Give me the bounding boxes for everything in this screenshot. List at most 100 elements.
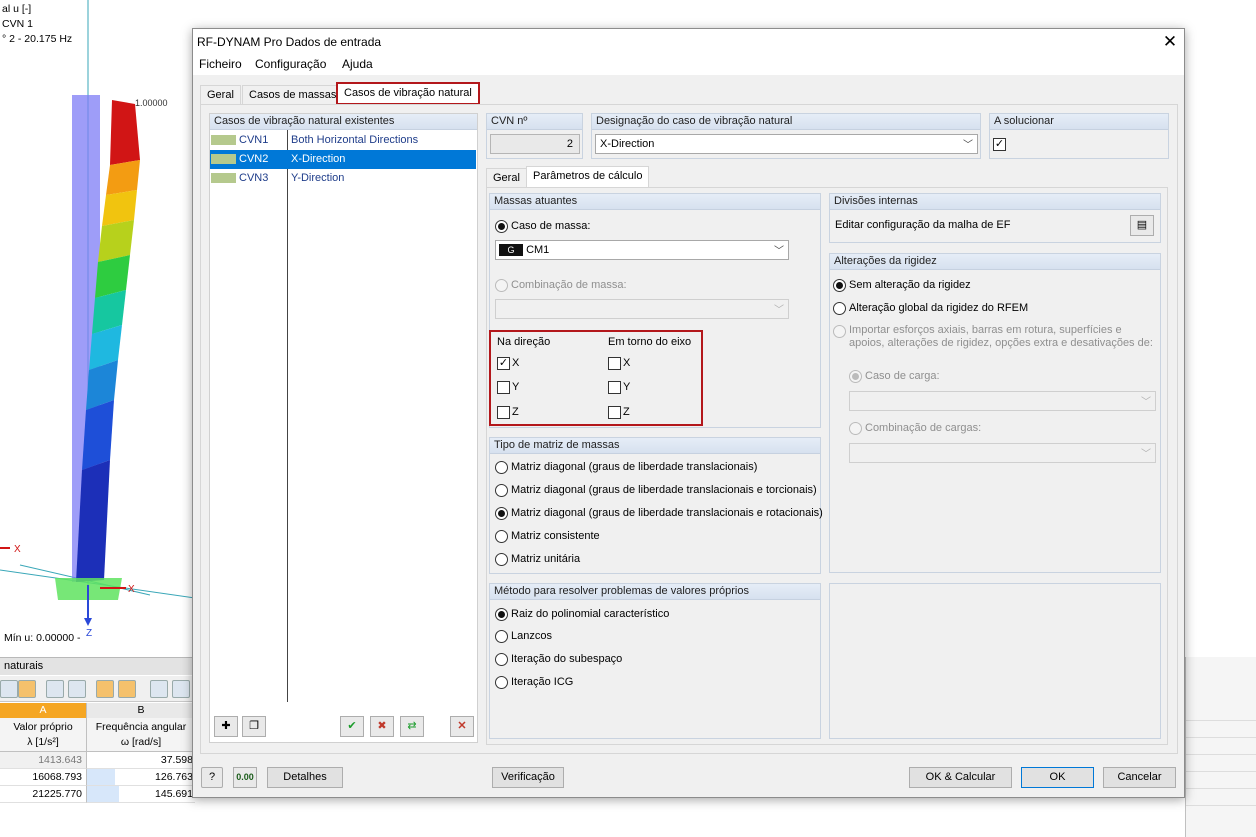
help-icon[interactable]: ?	[201, 767, 223, 788]
metodo-option-3: Iteração do subespaço	[511, 653, 623, 665]
cancelar-button[interactable]: Cancelar	[1103, 767, 1176, 788]
toolbar-undo-icon[interactable]	[96, 680, 114, 698]
combinacao-de-massa-dropdown[interactable]: ﹀	[495, 299, 789, 319]
new-case-icon[interactable]: ✚	[214, 716, 238, 737]
strip-row	[1186, 772, 1256, 789]
column-a-header: A	[0, 703, 86, 718]
radio-importar[interactable]	[833, 325, 846, 338]
mesh-settings-icon[interactable]: ▤	[1130, 215, 1154, 236]
toolbar-table-icon[interactable]	[150, 680, 168, 698]
menu-ajuda[interactable]: Ajuda	[342, 57, 373, 71]
radio-combinacao-cargas[interactable]	[849, 422, 862, 435]
units-icon[interactable]: 0.00	[233, 767, 257, 788]
radio-alteracao-global[interactable]	[833, 302, 846, 315]
caso-de-carga-dropdown[interactable]: ﹀	[849, 391, 1156, 411]
list-item-cvn2[interactable]: CVN2 X-Direction	[210, 150, 476, 169]
checkbox-rotation-y[interactable]	[608, 381, 621, 394]
cvn-number-field[interactable]: 2	[490, 134, 580, 154]
radio-metodo-4[interactable]	[495, 676, 508, 689]
subtab-geral[interactable]: Geral	[486, 168, 527, 188]
list-item-cvn3[interactable]: CVN3 Y-Direction	[210, 169, 476, 188]
uncheck-all-icon[interactable]: ✖	[370, 716, 394, 737]
verificacao-button[interactable]: Verificação	[492, 767, 564, 788]
cvn2-color-swatch	[211, 154, 236, 164]
table-row-2-a[interactable]: 16068.793	[0, 769, 86, 786]
g-badge: G	[499, 244, 523, 256]
header-a-line1: Valor próprio	[13, 721, 73, 733]
radio-matriz-1[interactable]	[495, 461, 508, 474]
table-row-1-a[interactable]: 1413.643	[0, 752, 86, 769]
checkbox-rotation-z[interactable]	[608, 406, 621, 419]
combinacao-cargas-dropdown[interactable]: ﹀	[849, 443, 1156, 463]
toggle-check-icon[interactable]: ⇄	[400, 716, 424, 737]
existing-cases-panel: Casos de vibração natural existentes CVN…	[209, 113, 478, 743]
tab-geral[interactable]: Geral	[200, 85, 241, 104]
checkbox-direction-x[interactable]: ✓	[497, 357, 510, 370]
detalhes-button[interactable]: Detalhes	[267, 767, 343, 788]
caso-de-massa-value: CM1	[526, 244, 550, 256]
close-icon[interactable]: ✕	[1159, 31, 1181, 53]
toolbar-redo-icon[interactable]	[118, 680, 136, 698]
caso-de-massa-dropdown[interactable]: G CM1 ﹀	[495, 240, 789, 260]
menu-ficheiro[interactable]: Ficheiro	[199, 57, 242, 71]
radio-matriz-4[interactable]	[495, 530, 508, 543]
direction-highlight-box: Na direção Em torno do eixo ✓ X Y Z X Y …	[489, 330, 703, 426]
solve-group: A solucionar ✓	[989, 113, 1169, 159]
table-row-3-b[interactable]: 145.691	[86, 786, 195, 803]
column-b-header: B	[86, 703, 195, 718]
tab-casos-de-massas[interactable]: Casos de massas	[242, 85, 344, 104]
designation-label: Designação do caso de vibração natural	[592, 114, 980, 130]
metodo-group: Método para resolver problemas de valore…	[489, 583, 821, 739]
toolbar-next-icon[interactable]	[68, 680, 86, 698]
radio-metodo-3[interactable]	[495, 653, 508, 666]
radio-metodo-1[interactable]	[495, 608, 508, 621]
toolbar-grid-icon[interactable]	[0, 680, 18, 698]
ok-calcular-button[interactable]: OK & Calcular	[909, 767, 1012, 788]
importar-label-2: apoios, alterações de rigidez, opções ex…	[849, 337, 1153, 349]
cvn-number-group: CVN nº 2	[486, 113, 583, 159]
matriz-option-3: Matriz diagonal (graus de liberdade tran…	[511, 507, 823, 519]
tab-casos-de-vibracao-natural[interactable]: Casos de vibração natural	[336, 82, 480, 105]
radio-metodo-2[interactable]	[495, 630, 508, 643]
radio-sem-alteracao[interactable]	[833, 279, 846, 292]
ok-button[interactable]: OK	[1021, 767, 1094, 788]
list-column-divider	[287, 130, 288, 702]
list-item-cvn1[interactable]: CVN1 Both Horizontal Directions	[210, 131, 476, 150]
divisoes-internas-text: Editar configuração da malha de EF	[835, 219, 1011, 231]
checkbox-direction-z[interactable]	[497, 406, 510, 419]
chevron-down-icon: ﹀	[774, 246, 784, 257]
solve-checkbox[interactable]: ✓	[993, 138, 1006, 151]
toolbar-chart-icon[interactable]	[18, 680, 36, 698]
metodo-option-1: Raiz do polinomial característico	[511, 608, 670, 620]
radio-matriz-3[interactable]	[495, 507, 508, 520]
toolbar-prev-icon[interactable]	[46, 680, 64, 698]
check-all-icon[interactable]: ✔	[340, 716, 364, 737]
table-row-3-a[interactable]: 21225.770	[0, 786, 86, 803]
cvn3-color-swatch	[211, 173, 236, 183]
na-direcao-label: Na direção	[497, 336, 551, 348]
radio-matriz-2[interactable]	[495, 484, 508, 497]
checkbox-rotation-x[interactable]	[608, 357, 621, 370]
metodo-title: Método para resolver problemas de valore…	[490, 584, 820, 600]
menu-bar: Ficheiro Configuração Ajuda	[193, 55, 1184, 75]
importar-label-1: Importar esforços axiais, barras em rotu…	[849, 324, 1122, 336]
toolbar-edit-icon[interactable]	[172, 680, 190, 698]
radio-caso-de-massa[interactable]	[495, 220, 508, 233]
menu-configuracao[interactable]: Configuração	[255, 57, 326, 71]
table-row-1-b[interactable]: 37.598	[86, 752, 195, 769]
copy-case-icon[interactable]: ❐	[242, 716, 266, 737]
checkbox-direction-y[interactable]	[497, 381, 510, 394]
radio-combinacao-de-massa[interactable]	[495, 279, 508, 292]
cvn3-desc: Y-Direction	[291, 172, 345, 184]
delete-case-icon[interactable]: ✕	[450, 716, 474, 737]
designation-dropdown[interactable]: X-Direction ﹀	[595, 134, 978, 154]
subtab-parametros-de-calculo[interactable]: Parâmetros de cálculo	[526, 166, 650, 188]
chevron-down-icon: ﹀	[1141, 449, 1151, 460]
radio-matriz-5[interactable]	[495, 553, 508, 566]
strip-row	[1186, 721, 1256, 738]
radio-caso-de-carga[interactable]	[849, 370, 862, 383]
direction-y-label: Y	[512, 381, 520, 393]
cvn1-code: CVN1	[239, 134, 269, 146]
matriz-massas-group: Tipo de matriz de massas Matriz diagonal…	[489, 437, 823, 574]
table-row-2-b[interactable]: 126.763	[86, 769, 195, 786]
